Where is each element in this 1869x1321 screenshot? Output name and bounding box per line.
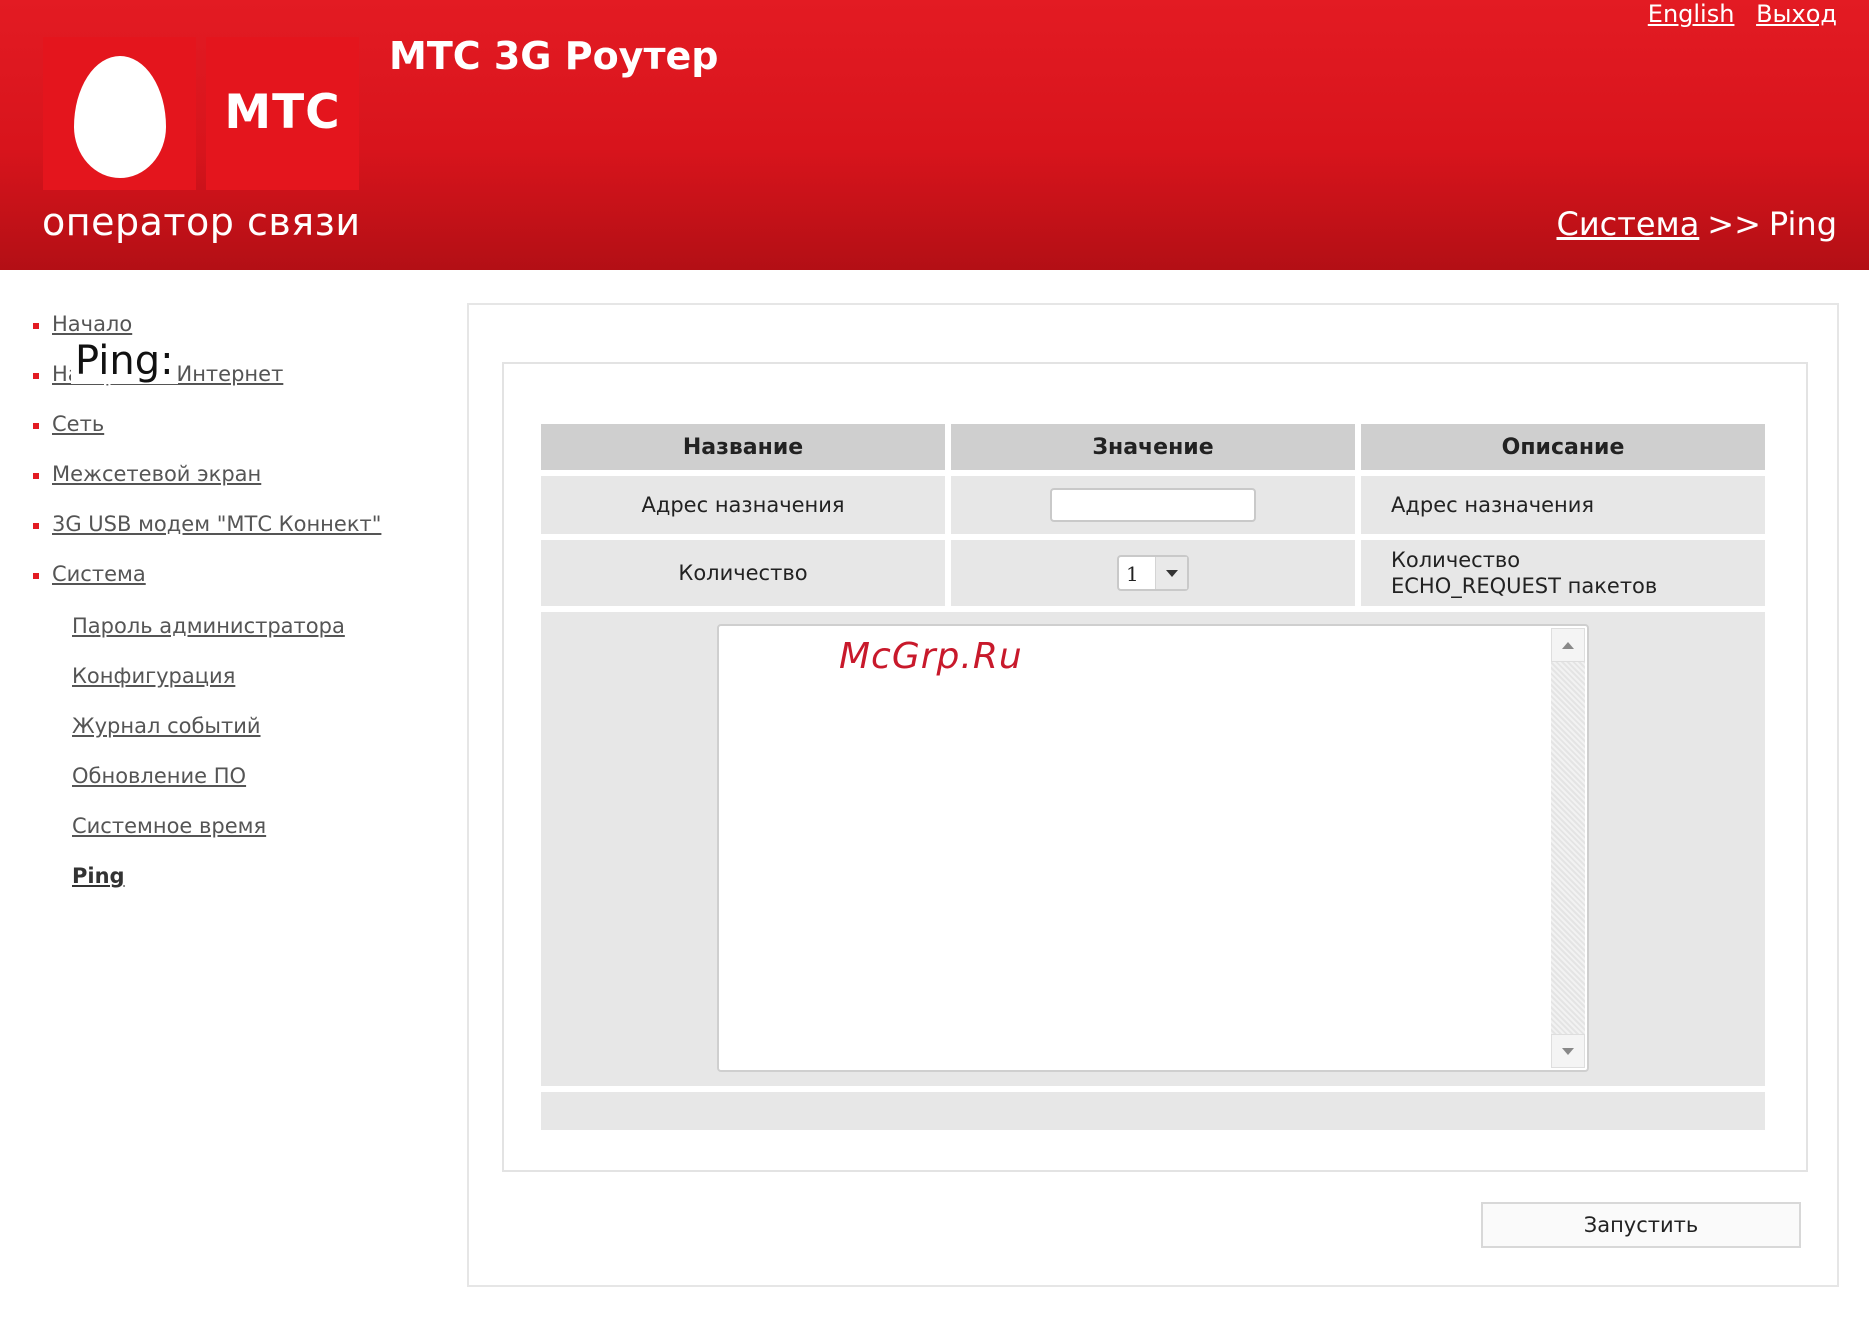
sidebar-item-label[interactable]: 3G USB модем "МТС Коннект"	[52, 512, 381, 536]
row-description-count: Количество ECHO_REQUEST пакетов	[1361, 540, 1765, 606]
column-header-description: Описание	[1361, 424, 1765, 470]
run-button[interactable]: Запустить	[1481, 1202, 1801, 1248]
bullet-icon	[33, 373, 39, 379]
sidebar-item-label[interactable]: Система	[52, 562, 146, 586]
scroll-down-icon[interactable]	[1551, 1034, 1585, 1068]
mts-egg-logo	[43, 37, 196, 190]
brand-name: МТС	[224, 85, 341, 140]
ping-output-textarea[interactable]: McGrp.Ru	[717, 624, 1589, 1072]
bullet-icon	[33, 323, 39, 329]
subnav-item-label[interactable]: Пароль администратора	[72, 614, 345, 638]
column-header-name: Название	[541, 424, 945, 470]
system-subnav: Пароль администратора Конфигурация Журна…	[30, 614, 450, 914]
output-area: McGrp.Ru	[541, 612, 1765, 1086]
breadcrumb-parent-link[interactable]: Система	[1556, 205, 1699, 243]
row-name-count: Количество	[541, 540, 945, 606]
output-scrollbar[interactable]	[1551, 628, 1585, 1068]
dropdown-arrow-icon[interactable]	[1155, 557, 1187, 589]
table-row: Количество 1 Количество ECHO_REQUEST пак…	[541, 540, 1765, 606]
subnav-item-label[interactable]: Ping	[72, 864, 125, 888]
bullet-icon	[33, 573, 39, 579]
header-banner: МТС оператор связи МТС 3G Роутер English…	[0, 0, 1869, 270]
subnav-item-ping[interactable]: Ping	[30, 864, 450, 914]
breadcrumb: Система >> Ping	[1556, 205, 1837, 243]
subnav-item-label[interactable]: Системное время	[72, 814, 266, 838]
row-description-destination: Адрес назначения	[1361, 476, 1765, 534]
subnav-item-configuration[interactable]: Конфигурация	[30, 664, 450, 714]
row-name-destination: Адрес назначения	[541, 476, 945, 534]
sidebar-nav: Начало Настройка Интернет Сеть Межсетево…	[30, 312, 450, 914]
subnav-item-system-time[interactable]: Системное время	[30, 814, 450, 864]
sidebar-item-system[interactable]: Система	[30, 562, 450, 612]
mts-brand-box: МТС	[206, 37, 359, 190]
subnav-item-event-log[interactable]: Журнал событий	[30, 714, 450, 764]
top-links: English Выход	[1634, 0, 1837, 28]
breadcrumb-separator: >>	[1707, 205, 1761, 243]
table-footer-bar	[541, 1092, 1765, 1130]
subnav-item-label[interactable]: Обновление ПО	[72, 764, 246, 788]
column-header-value: Значение	[951, 424, 1355, 470]
destination-address-input[interactable]	[1050, 488, 1256, 522]
subnav-item-label[interactable]: Конфигурация	[72, 664, 235, 688]
slogan: оператор связи	[42, 200, 361, 244]
app-title: МТС 3G Роутер	[389, 34, 719, 78]
subnav-item-label[interactable]: Журнал событий	[72, 714, 261, 738]
table-row: Адрес назначения Адрес назначения	[541, 476, 1765, 534]
count-description-text: Количество ECHO_REQUEST пакетов	[1391, 548, 1658, 598]
count-select-value: 1	[1126, 562, 1139, 586]
sidebar-item-label[interactable]: Межсетевой экран	[52, 462, 261, 486]
subnav-item-firmware-update[interactable]: Обновление ПО	[30, 764, 450, 814]
sidebar-item-3g-modem[interactable]: 3G USB модем "МТС Коннект"	[30, 512, 450, 562]
value-cell	[951, 476, 1355, 534]
english-link[interactable]: English	[1648, 0, 1735, 28]
scroll-up-icon[interactable]	[1551, 628, 1585, 662]
section-title: Ping:	[71, 338, 178, 384]
logout-link[interactable]: Выход	[1756, 0, 1837, 28]
egg-logo-icon	[74, 56, 166, 178]
value-cell: 1	[951, 540, 1355, 606]
sidebar-item-network[interactable]: Сеть	[30, 412, 450, 462]
subnav-item-admin-password[interactable]: Пароль администратора	[30, 614, 450, 664]
breadcrumb-current: Ping	[1768, 205, 1837, 243]
count-select[interactable]: 1	[1117, 555, 1189, 591]
bullet-icon	[33, 523, 39, 529]
sidebar-item-firewall[interactable]: Межсетевой экран	[30, 462, 450, 512]
watermark: McGrp.Ru	[839, 636, 1023, 677]
sidebar-item-label[interactable]: Сеть	[52, 412, 104, 436]
bullet-icon	[33, 473, 39, 479]
bullet-icon	[33, 423, 39, 429]
table-header-row: Название Значение Описание	[541, 424, 1765, 470]
sidebar-item-label[interactable]: Начало	[52, 312, 132, 336]
